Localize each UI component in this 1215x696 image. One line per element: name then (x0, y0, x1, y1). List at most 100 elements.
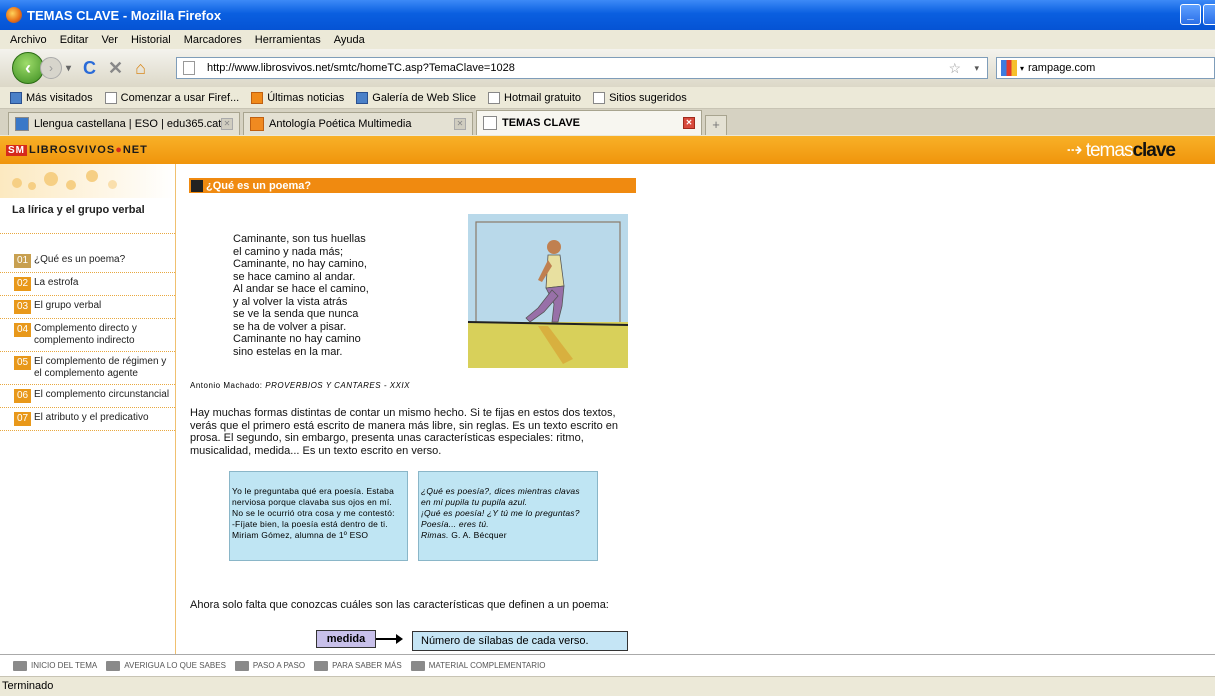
search-input[interactable]: rampage.com (1028, 62, 1095, 74)
maximize-button[interactable] (1203, 4, 1215, 25)
status-bar: Terminado (0, 676, 1215, 696)
bookmarks-toolbar: Más visitados Comenzar a usar Firef... Ú… (0, 87, 1215, 109)
temas-clave-logo: ⇢ temasclave (1066, 140, 1176, 161)
arrow-icon (376, 634, 403, 644)
bookmark-star-icon[interactable]: ☆ (948, 60, 961, 77)
closing-text: Ahora solo falta que conozcas cuáles son… (190, 599, 609, 611)
inicio-icon (13, 660, 27, 671)
minimize-button[interactable]: _ (1180, 4, 1201, 25)
footer-material[interactable]: MATERIAL COMPLEMENTARIO (410, 660, 546, 671)
bookmark-hotmail[interactable]: Hotmail gratuito (488, 91, 581, 104)
stop-icon[interactable]: ✕ (108, 58, 123, 79)
history-dropdown-icon[interactable]: ▾ (66, 63, 71, 74)
menu-ayuda[interactable]: Ayuda (334, 34, 365, 46)
material-icon (410, 660, 425, 671)
footer-inicio-tema[interactable]: INICIO DEL TEMA (13, 660, 97, 671)
poem-line: se ve la senda que nunca (233, 308, 359, 320)
sidebar-item-07[interactable]: 07 El atributo y el predicativo (0, 408, 175, 431)
sidebar-decoration (0, 164, 175, 198)
main-article: ¿Qué es un poema? Caminante, son tus hue… (189, 178, 649, 651)
bookmark-ultimas-noticias[interactable]: Últimas noticias (251, 91, 344, 104)
web-slice-icon (356, 91, 369, 104)
edu365-favicon (15, 117, 29, 131)
poem-line: Caminante, son tus huellas (233, 233, 366, 245)
page-content: SM LIBROSVIVOS ● NET ⇢ temasclave La lírica… (0, 136, 1215, 654)
rss-icon (251, 91, 264, 104)
page-icon (183, 61, 195, 75)
footer-averigua[interactable]: AVERIGUA LO QUE SABES (106, 660, 226, 671)
window-title: TEMAS CLAVE - Mozilla Firefox (27, 7, 222, 23)
url-text: http://www.librosvivos.net/smtc/homeTC.a… (207, 62, 515, 74)
bookmark-galeria[interactable]: Galería de Web Slice (356, 91, 476, 104)
menu-archivo[interactable]: Archivo (10, 34, 47, 46)
tab-strip: Llengua castellana | ESO | edu365.cat ✕ A… (0, 109, 1215, 135)
bullet-icon (191, 179, 203, 192)
page-icon (104, 91, 117, 104)
firefox-icon (6, 7, 22, 23)
forward-button[interactable]: › (40, 57, 62, 79)
menu-marcadores[interactable]: Marcadores (184, 34, 242, 46)
menu-herramientas[interactable]: Herramientas (255, 34, 321, 46)
navigation-toolbar: ‹ › ▾ C ✕ ⌂ http://www.librosvivos.net/s… (0, 49, 1215, 87)
poem-line: el camino y nada más; (233, 245, 344, 258)
tab-antologia-poetica[interactable]: Antología Poética Multimedia ✕ (243, 112, 473, 135)
blogger-favicon (250, 117, 264, 131)
site-footer-nav: INICIO DEL TEMA AVERIGUA LO QUE SABES PA… (0, 654, 1215, 676)
sidebar-item-04[interactable]: 04 Complemento directo y complemento indi… (0, 319, 175, 352)
footer-paso-a-paso[interactable]: PASO A PASO (234, 660, 305, 671)
sidebar: La lírica y el grupo verbal 01 ¿Qué es un… (0, 164, 176, 654)
new-tab-button[interactable]: + (705, 115, 727, 135)
search-engine-icon[interactable] (1001, 60, 1017, 76)
close-tab-icon[interactable]: ✕ (221, 118, 233, 130)
poem-line: se ha de volver a pisar. (233, 320, 347, 333)
poem-line: Al andar se hace el camino, (233, 283, 369, 295)
term-definition: Número de sílabas de cada verso. (412, 631, 628, 651)
poem-line: y al volver la vista atrás (233, 295, 348, 308)
saber-mas-icon (314, 660, 329, 671)
bookmark-mas-visitados[interactable]: Más visitados (10, 91, 93, 104)
intro-paragraph: Hay muchas formas distintas de contar un… (190, 407, 618, 457)
pencil-icon (106, 660, 121, 671)
page-icon (593, 91, 606, 104)
page-favicon (483, 116, 497, 130)
search-engine-dropdown-icon[interactable]: ▾ (1020, 64, 1024, 73)
walking-man-illustration (468, 214, 628, 368)
sidebar-item-05[interactable]: 05 El complemento de régimen y el complem… (0, 352, 175, 385)
home-icon[interactable]: ⌂ (135, 58, 146, 79)
footer-saber-mas[interactable]: PARA SABER MÁS (314, 660, 402, 671)
close-tab-icon[interactable]: ✕ (454, 118, 466, 130)
menu-historial[interactable]: Historial (131, 34, 171, 46)
page-icon (488, 91, 501, 104)
reload-icon[interactable]: C (83, 58, 96, 79)
sidebar-item-01[interactable]: 01 ¿Qué es un poema? (0, 250, 175, 273)
checkbox-icon (234, 660, 249, 671)
poem-author: Antonio Machado: PROVERBIOS Y CANTARES -… (190, 381, 410, 390)
term-medida[interactable]: medida (316, 630, 376, 648)
poem: Caminante, son tus huellas el camino y n… (233, 233, 433, 358)
menu-editar[interactable]: Editar (60, 34, 89, 46)
menu-bar: Archivo Editar Ver Historial Marcadores … (0, 30, 1215, 49)
bookmark-comenzar[interactable]: Comenzar a usar Firef... (104, 91, 239, 104)
url-bar[interactable]: http://www.librosvivos.net/smtc/homeTC.a… (176, 57, 988, 79)
poem-line: sino estelas en la mar. (233, 345, 343, 358)
bookmark-sitios-sugeridos[interactable]: Sitios sugeridos (593, 91, 687, 104)
quote-prose: Yo le preguntaba qué era poesía. Estaba … (229, 471, 408, 561)
section-heading: ¿Qué es un poema? (189, 178, 636, 193)
url-dropdown-icon[interactable]: ▾ (974, 63, 979, 74)
poem-line: Caminante no hay camino (233, 333, 361, 345)
window-titlebar: TEMAS CLAVE - Mozilla Firefox _ (0, 0, 1215, 30)
librosvivos-logo[interactable]: SM LIBROSVIVOS ● NET (6, 141, 148, 159)
folder-icon (10, 91, 22, 104)
sidebar-title: La lírica y el grupo verbal (0, 198, 175, 234)
close-tab-icon[interactable]: ✕ (683, 117, 695, 129)
sidebar-item-06[interactable]: 06 El complemento circunstancial (0, 385, 175, 408)
sidebar-item-02[interactable]: 02 La estrofa (0, 273, 175, 296)
poem-line: Caminante, no hay camino, (233, 258, 367, 270)
quote-verse: ¿Qué es poesía?, dices mientras clavas e… (418, 471, 598, 561)
sidebar-item-03[interactable]: 03 El grupo verbal (0, 296, 175, 319)
menu-ver[interactable]: Ver (101, 34, 118, 46)
site-header: SM LIBROSVIVOS ● NET ⇢ temasclave (0, 136, 1215, 164)
tab-llengua-castellana[interactable]: Llengua castellana | ESO | edu365.cat ✕ (8, 112, 240, 135)
tab-temas-clave[interactable]: TEMAS CLAVE ✕ (476, 110, 702, 135)
search-box[interactable]: ▾ rampage.com (996, 57, 1215, 79)
